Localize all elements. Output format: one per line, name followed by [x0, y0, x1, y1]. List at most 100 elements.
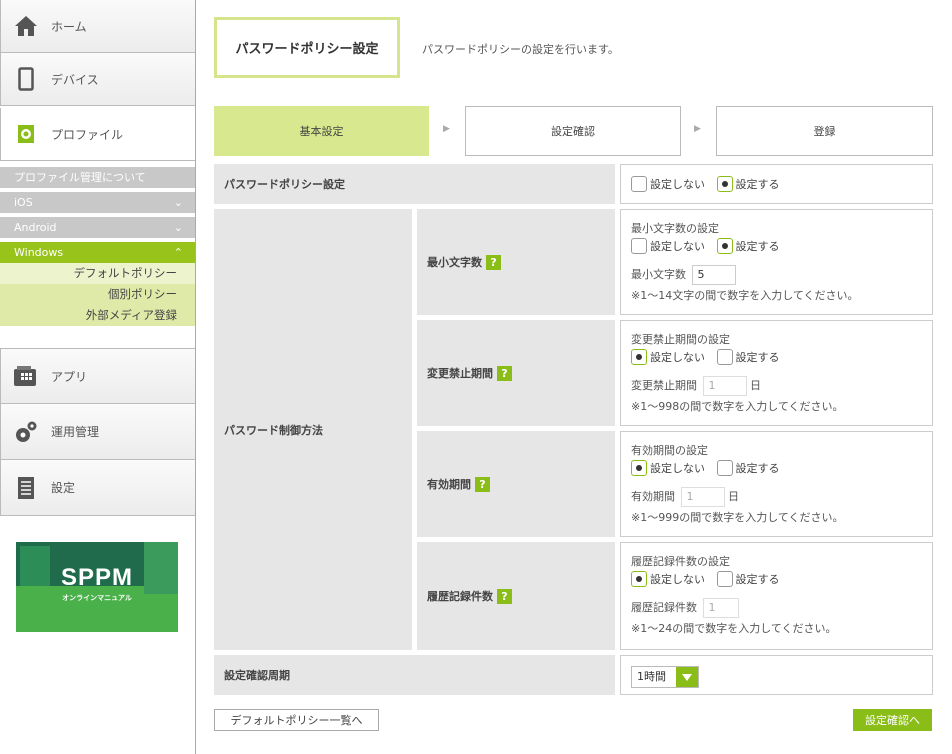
change-prohibit-off-option[interactable]: 設定しない: [631, 349, 705, 365]
min-length-on-option[interactable]: 設定する: [716, 238, 780, 254]
step-label: 設定確認: [551, 125, 595, 138]
history-count-off-option[interactable]: 設定しない: [631, 571, 705, 587]
checkbox-checked[interactable]: [631, 349, 647, 365]
chevron-down-icon: ⌄: [173, 221, 183, 234]
option-label: 設定する: [735, 462, 780, 475]
input-label: 有効期間: [631, 490, 675, 503]
windows-item-individual-policy[interactable]: 個別ポリシー: [0, 284, 195, 305]
option-label: 設定する: [735, 351, 780, 364]
button-label: デフォルトポリシー一覧へ: [230, 714, 363, 727]
row-value-valid-period: 有効期間の設定 設定しない 設定する 有効期間 1 日 ※1～999の間で数字を…: [620, 431, 933, 537]
manual-banner[interactable]: SPPM オンラインマニュアル: [16, 542, 178, 632]
document-icon: [13, 475, 39, 501]
nav-devices-label: デバイス: [51, 72, 99, 87]
check-interval-select[interactable]: 1時間: [631, 666, 699, 688]
default-policy-list-button[interactable]: デフォルトポリシー一覧へ: [214, 709, 379, 731]
history-count-input[interactable]: 1: [702, 598, 739, 618]
gears-icon: [13, 419, 39, 445]
help-icon[interactable]: ?: [486, 254, 501, 270]
min-length-input[interactable]: 5: [691, 265, 736, 285]
arrow-right-icon: ▶: [443, 124, 450, 134]
windows-item-default-policy[interactable]: デフォルトポリシー: [0, 263, 195, 284]
windows-item-external-media[interactable]: 外部メディア登録: [0, 305, 195, 326]
policy-setting-label-text: パスワードポリシー設定: [224, 178, 345, 191]
change-prohibit-input[interactable]: 1: [702, 376, 747, 396]
unit-label: 日: [728, 490, 739, 503]
row-note: ※1～998の間で数字を入力してください。: [631, 400, 844, 413]
checkbox-checked[interactable]: [631, 460, 647, 476]
checkbox[interactable]: [631, 176, 647, 192]
policy-on-option[interactable]: 設定する: [716, 176, 780, 192]
nav-home[interactable]: ホーム: [0, 0, 195, 53]
home-icon: [13, 13, 39, 39]
chevron-down-icon: ⌄: [173, 196, 183, 209]
option-label: 設定しない: [650, 462, 705, 475]
check-interval-label: 設定確認周期: [214, 655, 615, 695]
row-label-valid-period: 有効期間?: [417, 431, 615, 537]
policy-setting-label: パスワードポリシー設定: [214, 164, 615, 204]
option-label: 設定しない: [650, 351, 705, 364]
sub-item-android[interactable]: Android ⌄: [0, 217, 195, 238]
valid-period-off-option[interactable]: 設定しない: [631, 460, 705, 476]
option-label: 設定する: [735, 178, 780, 191]
change-prohibit-on-option[interactable]: 設定する: [716, 349, 780, 365]
page-title: パスワードポリシー設定: [214, 17, 400, 78]
sub-item-android-label: Android: [14, 221, 57, 234]
row-label-min-length: 最小文字数?: [417, 209, 615, 315]
valid-period-input[interactable]: 1: [680, 487, 725, 507]
nav-devices[interactable]: デバイス: [0, 53, 195, 106]
nav-apps[interactable]: アプリ: [0, 348, 195, 404]
help-icon[interactable]: ?: [475, 476, 490, 492]
step-register: 登録: [716, 106, 933, 156]
row-label-change-prohibit: 変更禁止期間?: [417, 320, 615, 426]
nav-apps-label: アプリ: [51, 369, 88, 384]
checkbox[interactable]: [716, 460, 733, 476]
policy-off-option[interactable]: 設定しない: [631, 176, 705, 192]
dropdown-arrow-icon: [676, 667, 698, 687]
input-label: 変更禁止期間: [631, 379, 697, 392]
nav-home-label: ホーム: [51, 19, 87, 34]
nav-operations[interactable]: 運用管理: [0, 404, 195, 460]
sub-item-about[interactable]: プロファイル管理について: [0, 167, 195, 188]
checkbox-checked[interactable]: [716, 238, 733, 254]
step-confirm: 設定確認: [465, 106, 681, 156]
checkbox-checked[interactable]: [631, 571, 647, 587]
nav-settings[interactable]: 設定: [0, 460, 195, 516]
min-length-off-option[interactable]: 設定しない: [631, 238, 705, 254]
smartphone-icon: [13, 66, 39, 92]
sub-item-ios[interactable]: iOS ⌄: [0, 192, 195, 213]
option-label: 設定しない: [650, 240, 705, 253]
button-label: 設定確認へ: [865, 714, 920, 727]
row-label-text: 有効期間: [427, 478, 471, 491]
confirm-settings-button[interactable]: 設定確認へ: [853, 709, 932, 731]
checkbox[interactable]: [716, 349, 733, 365]
page-description: パスワードポリシーの設定を行います。: [422, 43, 619, 56]
row-heading: 有効期間の設定: [631, 444, 708, 457]
apps-icon: [13, 363, 39, 389]
row-value-min-length: 最小文字数の設定 設定しない 設定する 最小文字数 5 ※1～14文字の間で数字…: [620, 209, 933, 315]
option-label: 設定しない: [650, 573, 705, 586]
history-count-on-option[interactable]: 設定する: [716, 571, 780, 587]
row-note: ※1～999の間で数字を入力してください。: [631, 511, 844, 524]
sub-item-windows[interactable]: Windows ⌃: [0, 242, 195, 263]
row-label-history-count: 履歴記録件数?: [417, 542, 615, 650]
checkbox[interactable]: [631, 238, 647, 254]
select-value: 1時間: [637, 670, 666, 683]
main-content: パスワードポリシー設定 パスワードポリシーの設定を行います。 基本設定 ▶ 設定…: [214, 0, 934, 754]
help-icon[interactable]: ?: [497, 588, 512, 604]
nav-profile[interactable]: プロファイル: [0, 108, 195, 161]
method-label-text: パスワード制御方法: [224, 423, 323, 437]
step-label: 登録: [813, 125, 836, 138]
help-icon[interactable]: ?: [497, 365, 512, 381]
row-value-change-prohibit: 変更禁止期間の設定 設定しない 設定する 変更禁止期間 1 日 ※1～998の間…: [620, 320, 933, 426]
checkbox-checked[interactable]: [716, 176, 733, 192]
checkbox[interactable]: [716, 571, 733, 587]
sub-item-about-label: プロファイル管理について: [14, 171, 146, 184]
method-label: パスワード制御方法: [214, 209, 412, 650]
profile-gear-icon: [13, 121, 39, 147]
row-note: ※1～14文字の間で数字を入力してください。: [631, 289, 859, 302]
banner-subtitle: オンラインマニュアル: [62, 594, 132, 602]
row-heading: 変更禁止期間の設定: [631, 333, 730, 346]
option-label: 設定しない: [650, 178, 705, 191]
valid-period-on-option[interactable]: 設定する: [716, 460, 780, 476]
